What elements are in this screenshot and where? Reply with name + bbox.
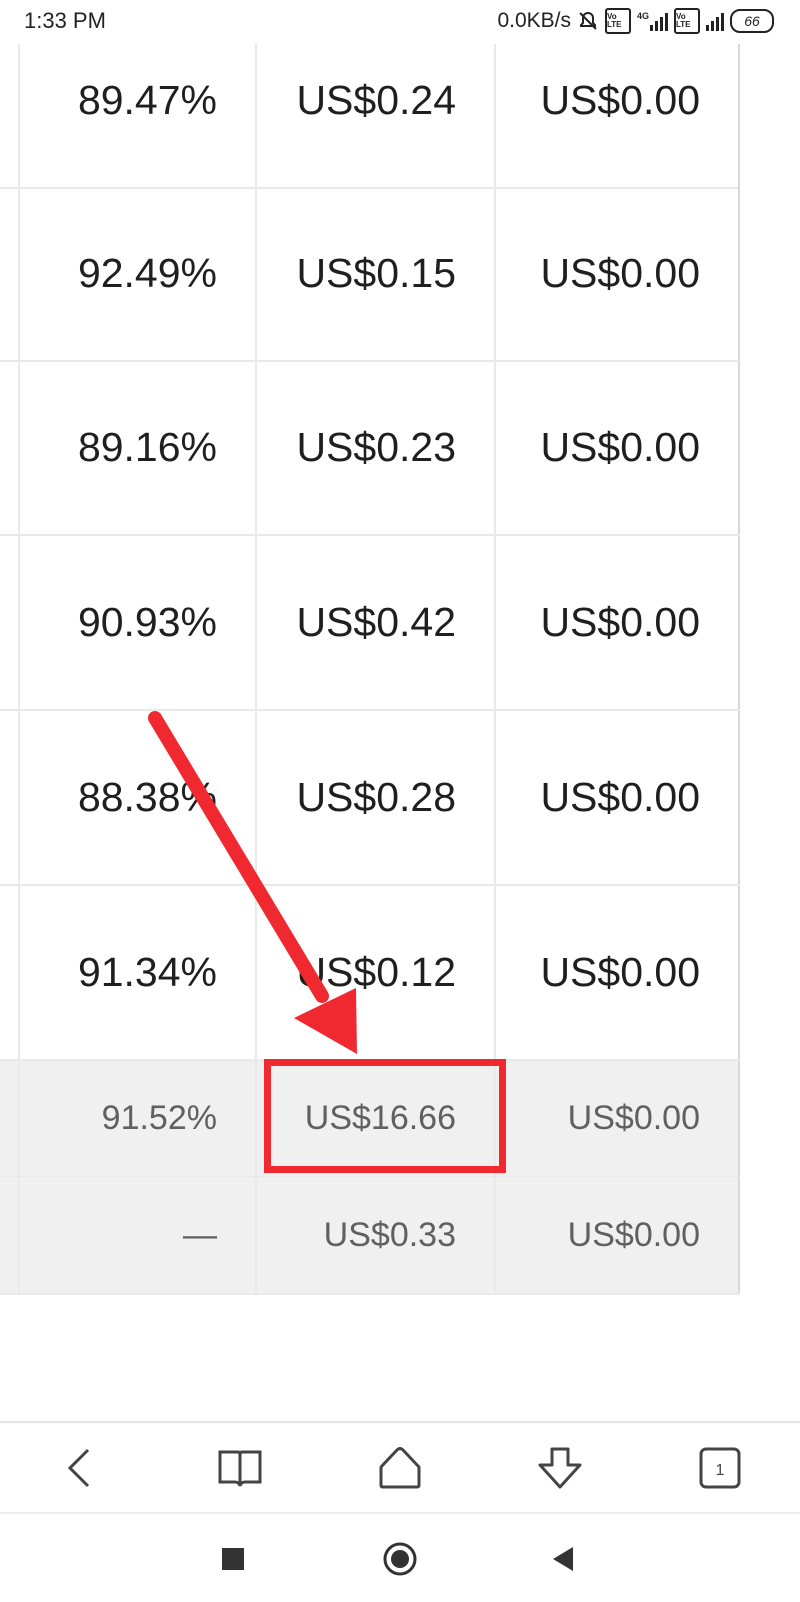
volte-icon: Vo LTE (604, 8, 631, 34)
home-icon[interactable] (360, 1428, 440, 1508)
download-icon[interactable] (520, 1428, 600, 1508)
android-nav-bar (0, 1512, 800, 1602)
notifications-muted-icon (577, 10, 599, 32)
tab-count: 1 (716, 1462, 725, 1479)
status-indicators: 0.0KB/s Vo LTE 4G Vo LTE 66 (497, 8, 774, 34)
annotation-arrow (148, 711, 357, 1054)
back-icon[interactable] (536, 1532, 590, 1586)
network-speed: 0.0KB/s (497, 9, 571, 32)
signal-icon: 4G (637, 11, 668, 31)
recents-icon[interactable] (206, 1532, 260, 1586)
home-icon[interactable] (373, 1532, 427, 1586)
status-bar: 1:33 PM 0.0KB/s Vo LTE 4G Vo LTE 66 (0, 0, 800, 44)
bookmarks-icon[interactable] (200, 1428, 280, 1508)
status-time: 1:33 PM (24, 8, 106, 33)
volte-icon: Vo LTE (674, 8, 700, 34)
annotation-highlight-box (264, 1059, 506, 1173)
tabs-icon[interactable]: 1 (680, 1428, 760, 1508)
battery-icon: 66 (730, 9, 774, 33)
back-icon[interactable] (40, 1428, 120, 1508)
signal-icon (706, 11, 724, 31)
browser-toolbar: 1 (0, 1421, 800, 1513)
